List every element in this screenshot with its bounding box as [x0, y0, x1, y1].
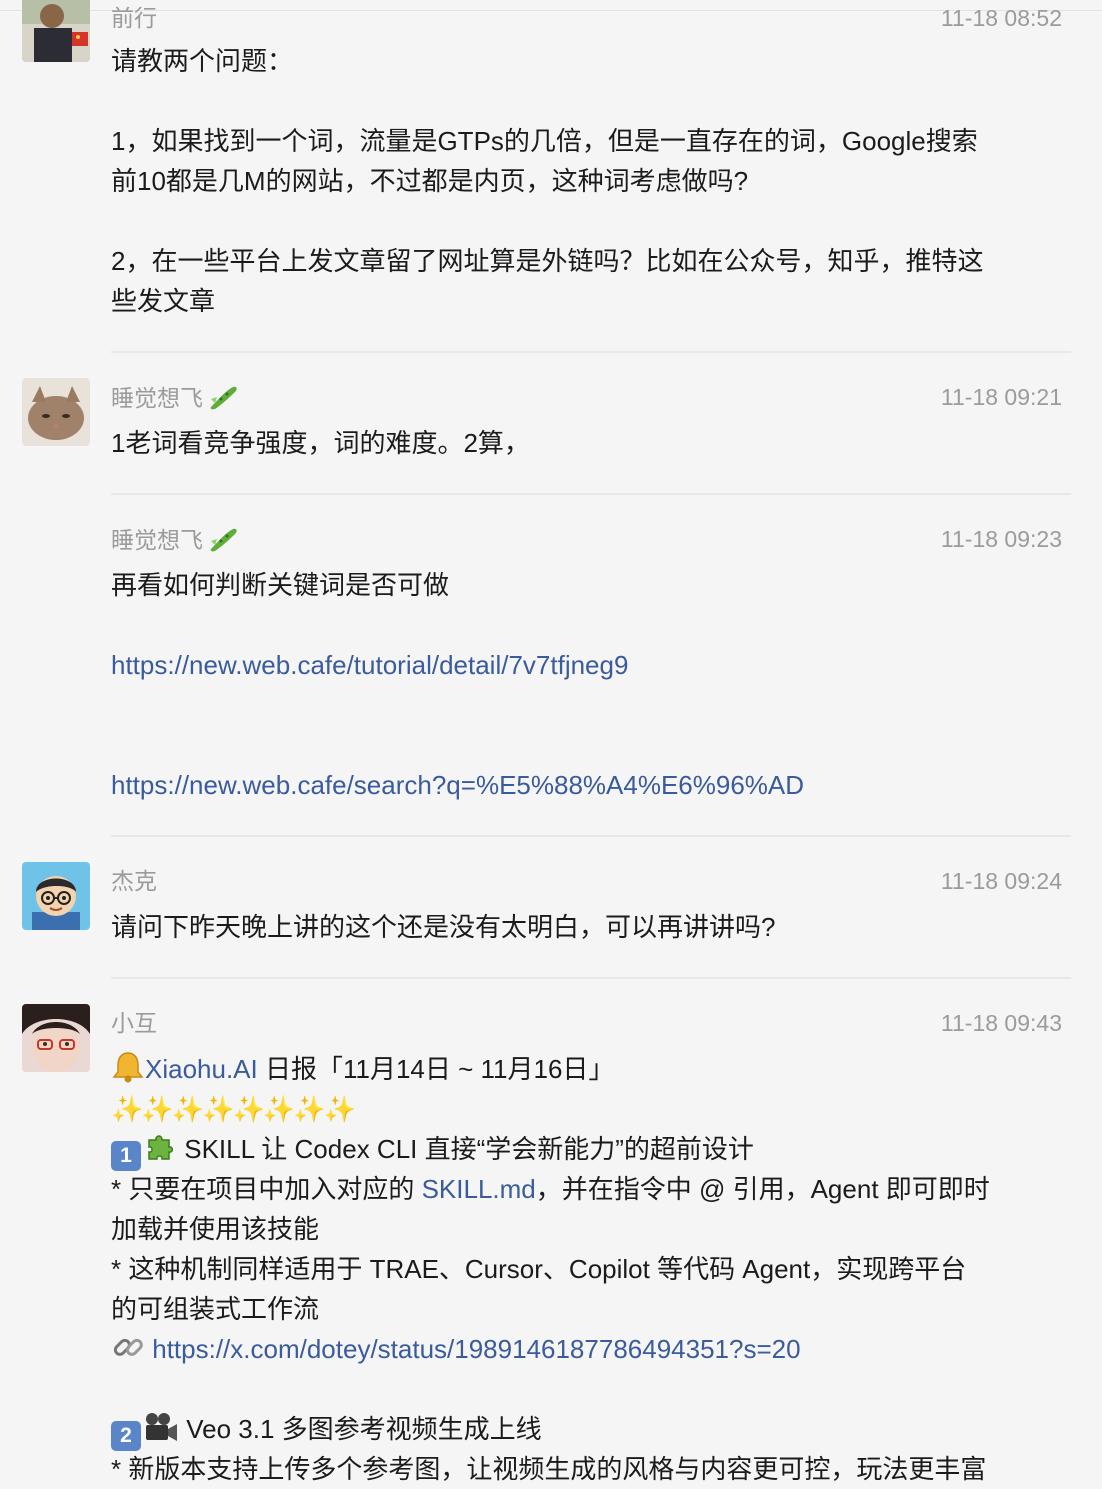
item-1-bullet-2-cont: 的可组装式工作流	[111, 1294, 320, 1324]
sender-name[interactable]: 睡觉想飞	[111, 383, 239, 417]
sender-name[interactable]: 前行	[111, 4, 157, 32]
message-time: 11-18 09:24	[940, 868, 1062, 894]
xiaohu-link[interactable]: Xiaohu.AI	[145, 1054, 258, 1084]
sender-name-text: 睡觉想飞	[111, 385, 203, 411]
item-1-link-row: https://x.com/dotey/status/1989146187786…	[111, 1329, 801, 1375]
sender-name[interactable]: 杰克	[111, 867, 157, 895]
avatar[interactable]	[22, 378, 90, 446]
message-text: 再看如何判断关键词是否可做	[111, 570, 450, 600]
message-text: 些发文章	[111, 286, 216, 316]
x-status-link[interactable]: https://x.com/dotey/status/1989146187786…	[152, 1334, 800, 1364]
item-2-title-text: Veo 3.1 多图参考视频生成上线	[179, 1414, 542, 1444]
message-time: 11-18 09:43	[940, 1010, 1062, 1036]
message-time: 11-18 08:52	[940, 5, 1062, 31]
keycap-one-icon: 1	[111, 1141, 141, 1171]
message-divider	[111, 835, 1071, 837]
message-divider	[111, 493, 1071, 495]
search-link[interactable]: https://new.web.cafe/search?q=%E5%88%A4%…	[111, 765, 804, 805]
message-text: 1，如果找到一个词，流量是GTPs的几倍，但是一直存在的词，Google搜索	[111, 126, 978, 156]
skill-md-link[interactable]: SKILL.md	[422, 1174, 536, 1204]
keycap-two-icon: 2	[111, 1421, 141, 1451]
bullet-text: ，并在指令中 @ 引用，Agent 即可即时	[535, 1174, 990, 1204]
message-time: 11-18 09:23	[940, 526, 1062, 552]
sparkles-row: ✨✨✨✨✨✨✨✨	[111, 1094, 356, 1124]
bullet-text: * 只要在项目中加入对应的	[111, 1174, 422, 1204]
item-1-bullet-2: * 这种机制同样适用于 TRAE、Cursor、Copilot 等代码 Agen…	[111, 1254, 967, 1284]
post-header-text: 日报「11月14日 ~ 11月16日」	[257, 1054, 615, 1084]
avatar[interactable]	[22, 862, 90, 930]
sender-name[interactable]: 小互	[111, 1009, 157, 1037]
message-text: 2，在一些平台上发文章留了网址算是外链吗？比如在公众号，知乎，推特这	[111, 246, 984, 276]
tutorial-link[interactable]: https://new.web.cafe/tutorial/detail/7v7…	[111, 645, 628, 685]
message-text: 请教两个问题：	[111, 46, 294, 76]
avatar[interactable]	[22, 1004, 90, 1072]
link-icon	[111, 1330, 145, 1375]
message-divider	[111, 977, 1071, 979]
message-divider	[111, 351, 1071, 353]
sender-name[interactable]: 睡觉想飞	[111, 525, 239, 559]
item-1-bullet-1: * 只要在项目中加入对应的 SKILL.md，并在指令中 @ 引用，Agent …	[111, 1169, 990, 1209]
message-text: 1老词看竞争强度，词的难度。2算，	[111, 428, 530, 458]
message-text: 前10都是几M的网站，不过都是内页，这种词考虑做吗?	[111, 166, 749, 196]
top-divider	[0, 0, 1102, 11]
sender-name-text: 睡觉想飞	[111, 527, 203, 553]
item-2-bullet-1: * 新版本支持上传多个参考图，让视频生成的风格与内容更可控，玩法更丰富	[111, 1454, 987, 1484]
item-1-bullet-1-cont: 加载并使用该技能	[111, 1214, 320, 1244]
item-1-title-text: SKILL 让 Codex CLI 直接“学会新能力”的超前设计	[177, 1134, 754, 1164]
cucumber-emoji-icon	[207, 383, 239, 417]
avatar[interactable]	[22, 0, 90, 62]
cucumber-emoji-icon	[207, 525, 239, 559]
message-text: 请问下昨天晚上讲的这个还是没有太明白，可以再讲讲吗?	[111, 912, 776, 942]
message-time: 11-18 09:21	[940, 384, 1062, 410]
